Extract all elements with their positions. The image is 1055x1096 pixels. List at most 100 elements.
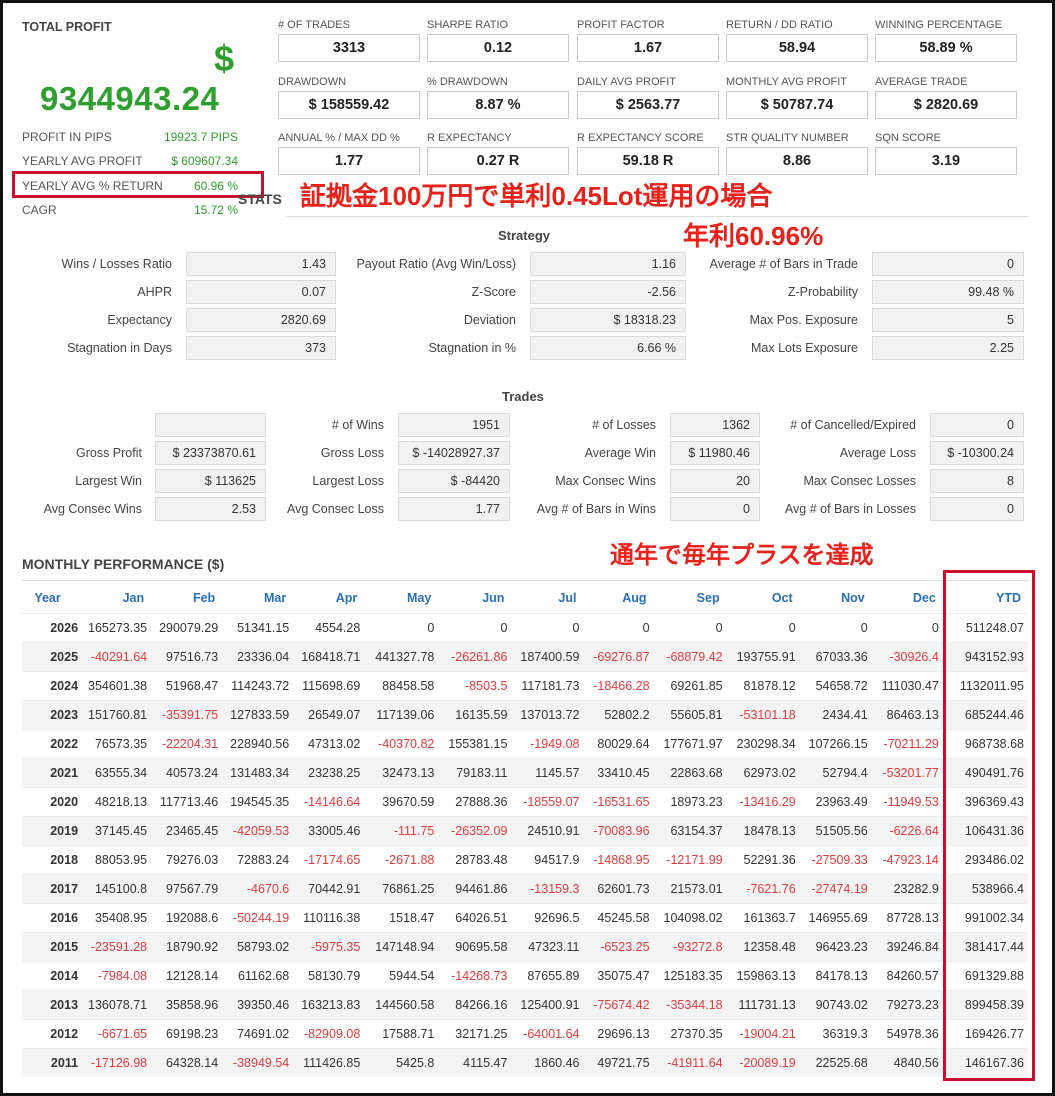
month-cell: 4554.28 xyxy=(293,612,365,642)
column-header-jan: Jan xyxy=(122,591,145,606)
month-cell: 0 xyxy=(364,612,439,642)
month-cell: 127833.59 xyxy=(222,699,294,729)
kv-label: CAGR xyxy=(22,203,57,217)
month-cell: 21573.01 xyxy=(653,873,727,903)
month-cell: 111426.85 xyxy=(293,1047,365,1077)
month-cell: 67033.36 xyxy=(799,641,872,671)
strategy-label: Payout Ratio (Avg Win/Loss) xyxy=(356,257,516,271)
month-cell: -40291.64 xyxy=(80,641,152,671)
month-cell: -53201.77 xyxy=(871,757,943,787)
strategy-label: Stagnation in Days xyxy=(67,341,172,355)
metric-value: $ 2820.69 xyxy=(875,91,1017,119)
month-cell: 52802.2 xyxy=(583,699,654,729)
metric-label: DAILY AVG PROFIT xyxy=(577,76,677,88)
month-cell: 52794.4 xyxy=(799,757,872,787)
month-cell: -18559.07 xyxy=(511,786,584,816)
month-cell: 114243.72 xyxy=(222,670,294,700)
metric-card: RETURN / DD RATIO 58.94 xyxy=(726,19,868,62)
month-cell: 110116.38 xyxy=(293,902,365,932)
month-cell: 192088.6 xyxy=(151,902,223,932)
month-cell: -27474.19 xyxy=(799,873,872,903)
yearly-avg-profit: YEARLY AVG PROFIT $ 609607.34 xyxy=(22,154,238,172)
table-row: 2020 48218.13 117713.46 194545.35 -14146.64 3… xyxy=(22,786,1028,816)
month-cell: 64026.51 xyxy=(438,902,512,932)
month-cell: -35344.18 xyxy=(653,989,727,1019)
column-header-feb: Feb xyxy=(192,591,216,606)
month-cell: 54978.36 xyxy=(871,1018,943,1048)
month-cell: -7984.08 xyxy=(80,960,152,990)
strategy-label: Max Pos. Exposure xyxy=(749,313,858,327)
month-cell: 37145.45 xyxy=(80,815,152,845)
month-cell: 35075.47 xyxy=(583,960,654,990)
table-row: 2023 151760.81 -35391.75 127833.59 26549.07 1… xyxy=(22,699,1028,729)
month-cell: 55605.81 xyxy=(653,699,727,729)
month-cell: 80029.64 xyxy=(583,728,654,758)
month-cell: 84260.57 xyxy=(871,960,943,990)
strategy-label: Deviation xyxy=(463,313,516,327)
table-row: 2018 88053.95 79276.03 72883.24 -17174.65 -26… xyxy=(22,844,1028,874)
month-cell: 18790.92 xyxy=(151,931,223,961)
month-cell: 87655.89 xyxy=(511,960,584,990)
month-cell: 58130.79 xyxy=(293,960,365,990)
trades-label: Average Win xyxy=(584,446,656,460)
month-cell: -38949.54 xyxy=(222,1047,294,1077)
month-cell: -1949.08 xyxy=(511,728,584,758)
trades-value: $ -10300.24 xyxy=(930,441,1024,465)
month-cell: -20089.19 xyxy=(726,1047,800,1077)
month-cell: 69261.85 xyxy=(653,670,727,700)
month-cell: 64328.14 xyxy=(151,1047,223,1077)
month-cell: 33005.46 xyxy=(293,815,365,845)
metric-card: AVERAGE TRADE $ 2820.69 xyxy=(875,76,1017,119)
month-cell: 96423.23 xyxy=(799,931,872,961)
profit-in-pips: PROFIT IN PIPS 19923.7 PIPS xyxy=(22,130,238,148)
trades-label: Gross Loss xyxy=(320,446,384,460)
month-cell: 84266.16 xyxy=(438,989,512,1019)
month-cell: 90695.58 xyxy=(438,931,512,961)
column-header-sep: Sep xyxy=(696,591,720,606)
month-cell: -93272.8 xyxy=(653,931,727,961)
month-cell: 155381.15 xyxy=(438,728,512,758)
column-header-jun: Jun xyxy=(482,591,505,606)
month-cell: 290079.29 xyxy=(151,612,223,642)
strategy-value: 99.48 % xyxy=(872,280,1024,304)
month-cell: 90743.02 xyxy=(799,989,872,1019)
month-cell: -2671.88 xyxy=(364,844,439,874)
month-cell: 79273.23 xyxy=(871,989,943,1019)
month-cell: 187400.59 xyxy=(511,641,584,671)
strategy-value: 2.25 xyxy=(872,336,1024,360)
month-cell: 0 xyxy=(583,612,654,642)
month-cell: 115698.69 xyxy=(293,670,365,700)
trades-label: Avg # of Bars in Wins xyxy=(536,502,656,516)
month-cell: -14268.73 xyxy=(438,960,512,990)
month-cell: 230298.34 xyxy=(726,728,800,758)
trades-label xyxy=(0,413,142,437)
month-cell: 0 xyxy=(799,612,872,642)
month-cell: 97567.79 xyxy=(151,873,223,903)
trades-label: Avg # of Bars in Losses xyxy=(784,502,916,516)
month-cell: -14146.64 xyxy=(293,786,365,816)
month-cell: 61162.68 xyxy=(222,960,294,990)
month-cell: 62601.73 xyxy=(583,873,654,903)
month-cell: 47313.02 xyxy=(293,728,365,758)
month-cell: -26261.86 xyxy=(438,641,512,671)
month-cell: 28783.48 xyxy=(438,844,512,874)
month-cell: -27509.33 xyxy=(799,844,872,874)
metric-label: PROFIT FACTOR xyxy=(577,19,665,31)
month-cell: 117181.73 xyxy=(511,670,584,700)
month-cell: -82909.08 xyxy=(293,1018,365,1048)
month-cell: 54658.72 xyxy=(799,670,872,700)
month-cell: -35391.75 xyxy=(151,699,223,729)
month-cell: 147148.94 xyxy=(364,931,439,961)
month-cell: 94517.9 xyxy=(511,844,584,874)
month-cell: 159863.13 xyxy=(726,960,800,990)
month-cell: 23465.45 xyxy=(151,815,223,845)
year-cell: 2013 xyxy=(22,989,81,1019)
month-cell: 62973.02 xyxy=(726,757,800,787)
month-cell: 177671.97 xyxy=(653,728,727,758)
month-cell: 104098.02 xyxy=(653,902,727,932)
column-header-jul: Jul xyxy=(558,591,577,606)
annotation-margin-note: 証拠金100万円で単利0.45Lot運用の場合 xyxy=(300,181,773,211)
month-cell: 168418.71 xyxy=(293,641,365,671)
month-cell: 117713.46 xyxy=(151,786,223,816)
metric-card: # OF TRADES 3313 xyxy=(278,19,420,62)
